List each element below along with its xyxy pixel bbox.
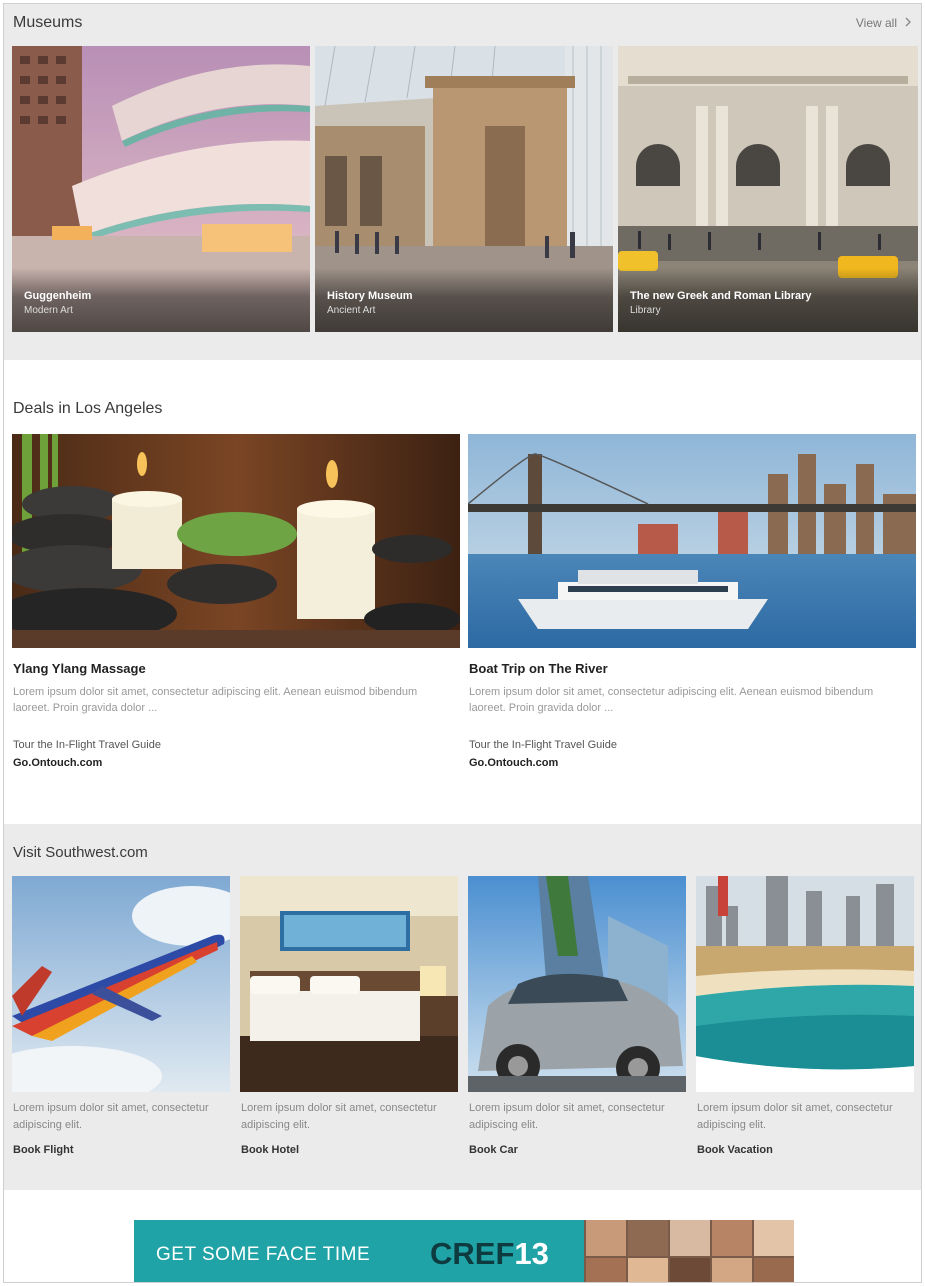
- museum-caption: History Museum Ancient Art: [315, 268, 613, 332]
- deal-title[interactable]: Ylang Ylang Massage: [13, 661, 146, 676]
- deal-guide-link[interactable]: Tour the In-Flight Travel Guide: [13, 739, 161, 751]
- vacation-beach-image: [696, 876, 914, 1092]
- museum-subtitle: Library: [630, 305, 661, 316]
- ad-brand-number: 13: [514, 1236, 549, 1271]
- deal-description: Lorem ipsum dolor sit amet, consectetur …: [469, 686, 874, 714]
- ad-brand-logo: CREF13: [430, 1236, 549, 1272]
- museum-caption: The new Greek and Roman Library Library: [618, 268, 918, 332]
- southwest-description: Lorem ipsum dolor sit amet, consectetur …: [469, 1102, 665, 1131]
- deals-title: Deals in Los Angeles: [13, 400, 163, 417]
- deal-url-link[interactable]: Go.Ontouch.com: [469, 757, 558, 769]
- southwest-title: Visit Southwest.com: [13, 844, 148, 861]
- car-rental-image: [468, 876, 686, 1092]
- southwest-description: Lorem ipsum dolor sit amet, consectetur …: [13, 1102, 209, 1131]
- museum-title: Guggenheim: [24, 290, 92, 302]
- museum-tile-library[interactable]: The new Greek and Roman Library Library: [618, 46, 918, 332]
- museum-title: The new Greek and Roman Library: [630, 290, 812, 302]
- book-vacation-link[interactable]: Book Vacation: [697, 1144, 773, 1156]
- book-flight-link[interactable]: Book Flight: [13, 1144, 74, 1156]
- deal-url-link[interactable]: Go.Ontouch.com: [13, 757, 102, 769]
- view-all-label: View all: [855, 16, 897, 30]
- book-hotel-link[interactable]: Book Hotel: [241, 1144, 299, 1156]
- vacation-image[interactable]: [696, 876, 914, 1092]
- airplane-image: [12, 876, 230, 1092]
- deal-title[interactable]: Boat Trip on The River: [469, 661, 608, 676]
- museum-subtitle: Ancient Art: [327, 305, 376, 316]
- car-image[interactable]: [468, 876, 686, 1092]
- flight-image[interactable]: [12, 876, 230, 1092]
- deal-guide-link[interactable]: Tour the In-Flight Travel Guide: [469, 739, 617, 751]
- deal-image-massage[interactable]: [12, 434, 460, 648]
- book-car-link[interactable]: Book Car: [469, 1144, 518, 1156]
- ad-brand: CREF: [430, 1236, 515, 1271]
- southwest-description: Lorem ipsum dolor sit amet, consectetur …: [697, 1102, 893, 1131]
- deal-image-boat[interactable]: [468, 434, 916, 648]
- museums-section: Museums View all Guggenheim Modern Art H…: [4, 4, 921, 360]
- view-all-link[interactable]: View all: [856, 16, 911, 30]
- ad-tagline: GET SOME FACE TIME: [156, 1244, 371, 1265]
- ad-banner[interactable]: GET SOME FACE TIME CREF13: [134, 1220, 794, 1282]
- museum-tile-guggenheim[interactable]: Guggenheim Modern Art: [12, 46, 310, 332]
- museum-caption: Guggenheim Modern Art: [12, 268, 310, 332]
- deal-description: Lorem ipsum dolor sit amet, consectetur …: [13, 686, 418, 714]
- southwest-description: Lorem ipsum dolor sit amet, consectetur …: [241, 1102, 437, 1131]
- museum-tile-history[interactable]: History Museum Ancient Art: [315, 46, 613, 332]
- boat-trip-image: [468, 434, 916, 648]
- page-frame: Museums View all Guggenheim Modern Art H…: [3, 3, 922, 1283]
- museum-subtitle: Modern Art: [24, 305, 73, 316]
- hotel-image[interactable]: [240, 876, 458, 1092]
- museums-title: Museums: [13, 14, 83, 31]
- museum-title: History Museum: [327, 290, 413, 302]
- chevron-right-icon: [905, 16, 911, 30]
- massage-image: [12, 434, 460, 648]
- hotel-room-image: [240, 876, 458, 1092]
- southwest-section: Visit Southwest.com Lorem ipsum dolor si…: [4, 824, 921, 1190]
